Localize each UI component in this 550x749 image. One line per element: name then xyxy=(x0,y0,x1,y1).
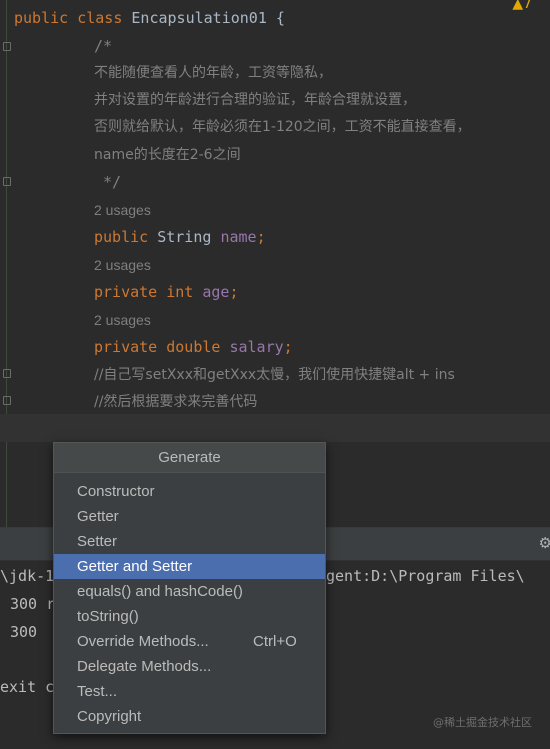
menu-item-getter[interactable]: Getter xyxy=(54,504,325,529)
menu-item-label: Override Methods... xyxy=(77,633,209,650)
semicolon: ; xyxy=(229,283,239,301)
semicolon: ; xyxy=(256,228,266,246)
current-line-highlight xyxy=(0,414,550,442)
field-name: salary xyxy=(229,338,284,356)
menu-item-copyright[interactable]: Copyright xyxy=(54,704,325,729)
field-modifier: private xyxy=(94,283,158,301)
class-name: Encapsulation01 xyxy=(131,9,267,27)
line-comment: //然后根据要求来完善代码 xyxy=(94,394,258,410)
comment-line: name的长度在2-6之间 xyxy=(94,147,241,163)
field-modifier: public xyxy=(94,228,149,246)
shortcut-label: Ctrl+O xyxy=(253,633,297,650)
gear-icon[interactable]: ⚙ xyxy=(539,534,550,552)
usages-hint[interactable]: 2 usages xyxy=(94,202,151,218)
semicolon: ; xyxy=(283,338,293,356)
console-output: 300 r xyxy=(10,595,56,613)
open-brace: { xyxy=(275,9,285,27)
console-line: \jdk-1 xyxy=(0,567,55,585)
menu-item-test[interactable]: Test... xyxy=(54,679,325,704)
comment-open: /* xyxy=(94,37,113,55)
menu-item-setter[interactable]: Setter xyxy=(54,529,325,554)
menu-item-getter-and-setter[interactable]: Getter and Setter xyxy=(54,554,325,579)
line-comment: //自己写setXxx和getXxx太慢，我们使用快捷键alt + ins xyxy=(94,367,455,383)
field-type: double xyxy=(166,338,221,356)
keyword-class: class xyxy=(77,9,123,27)
fold-marker-icon[interactable] xyxy=(3,177,11,186)
comment-line: 不能随便查看人的年龄，工资等隐私， xyxy=(94,65,332,81)
console-line: gent:D:\Program Files\ xyxy=(326,567,525,585)
comment-line: 并对设置的年龄进行合理的验证，年龄合理就设置， xyxy=(94,92,416,108)
field-name: age xyxy=(202,283,230,301)
field-type: String xyxy=(157,228,212,246)
comment-line: 否则就给默认，年龄必须在1-120之间，工资不能直接查看， xyxy=(94,119,471,135)
console-exit-line: exit c xyxy=(0,678,55,696)
comment-close: */ xyxy=(94,173,122,191)
keyword-public: public xyxy=(14,9,69,27)
fold-marker-icon[interactable] xyxy=(3,42,11,51)
watermark: @稀土掘金技术社区 xyxy=(433,716,532,729)
menu-item-override-methods[interactable]: Override Methods... Ctrl+O xyxy=(54,629,325,654)
class-declaration: public class Encapsulation01 { xyxy=(14,8,285,28)
menu-item-equals-hashcode[interactable]: equals() and hashCode() xyxy=(54,579,325,604)
field-name: name xyxy=(220,228,257,246)
fold-marker-icon[interactable] xyxy=(3,396,11,405)
menu-item-constructor[interactable]: Constructor xyxy=(54,479,325,504)
menu-item-tostring[interactable]: toString() xyxy=(54,604,325,629)
usages-hint[interactable]: 2 usages xyxy=(94,312,151,328)
field-declaration: public String name; xyxy=(94,227,266,247)
gutter-line xyxy=(6,0,7,527)
warning-icon[interactable]: ▲7 xyxy=(512,0,532,12)
popup-title: Generate xyxy=(54,443,325,473)
field-declaration: private double salary; xyxy=(94,337,293,357)
generate-popup[interactable]: Generate Constructor Getter Setter Gette… xyxy=(53,442,326,734)
usages-hint[interactable]: 2 usages xyxy=(94,257,151,273)
field-modifier: private xyxy=(94,338,158,356)
fold-marker-icon[interactable] xyxy=(3,369,11,378)
menu-item-delegate-methods[interactable]: Delegate Methods... xyxy=(54,654,325,679)
field-type: int xyxy=(166,283,194,301)
console-output: 300 xyxy=(10,623,38,641)
field-declaration: private int age; xyxy=(94,282,239,302)
